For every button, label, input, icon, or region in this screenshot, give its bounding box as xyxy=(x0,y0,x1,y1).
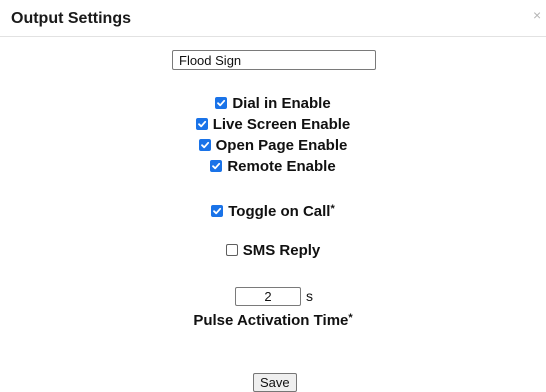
pulse-unit-label: s xyxy=(306,288,313,304)
checkmark-icon xyxy=(217,99,226,107)
checkmark-icon xyxy=(200,141,209,149)
sms-reply-option[interactable]: SMS Reply xyxy=(0,242,546,260)
save-button[interactable]: Save xyxy=(253,373,297,392)
sms-reply-label: SMS Reply xyxy=(242,242,321,259)
remote-enable-label: Remote Enable xyxy=(227,158,336,175)
close-icon[interactable]: × xyxy=(533,8,545,22)
checkmark-icon xyxy=(212,162,221,170)
dial-in-enable-label: Dial in Enable xyxy=(232,95,331,112)
checkmark-icon xyxy=(213,207,222,215)
toggle-on-call-label: Toggle on Call xyxy=(228,203,331,220)
dial-in-enable-option[interactable]: Dial in Enable xyxy=(0,95,546,113)
toggle-on-call-checkbox[interactable] xyxy=(211,205,224,217)
dialog-header: Output Settings × xyxy=(0,0,546,37)
open-page-enable-option[interactable]: Open Page Enable xyxy=(0,137,546,155)
remote-enable-checkbox[interactable] xyxy=(210,160,223,172)
required-marker: * xyxy=(348,312,353,324)
output-name-input[interactable] xyxy=(172,50,376,70)
remote-enable-option[interactable]: Remote Enable xyxy=(0,158,546,176)
live-screen-enable-label: Live Screen Enable xyxy=(212,116,351,133)
live-screen-enable-option[interactable]: Live Screen Enable xyxy=(0,116,546,134)
checkmark-icon xyxy=(197,120,206,128)
open-page-enable-checkbox[interactable] xyxy=(198,139,211,151)
output-settings-dialog: Output Settings × Dial in Enable Live Sc… xyxy=(0,0,546,392)
open-page-enable-label: Open Page Enable xyxy=(215,137,348,154)
sms-reply-checkbox[interactable] xyxy=(225,244,238,256)
live-screen-enable-checkbox[interactable] xyxy=(195,118,208,130)
dial-in-enable-checkbox[interactable] xyxy=(215,97,228,109)
dialog-title: Output Settings xyxy=(11,10,131,27)
pulse-activation-time-label: Pulse Activation Time* xyxy=(0,309,546,330)
toggle-on-call-option[interactable]: Toggle on Call* xyxy=(0,200,546,220)
pulse-activation-time-input[interactable] xyxy=(235,287,301,306)
pulse-label-text: Pulse Activation Time xyxy=(193,312,349,329)
required-marker: * xyxy=(330,203,335,215)
